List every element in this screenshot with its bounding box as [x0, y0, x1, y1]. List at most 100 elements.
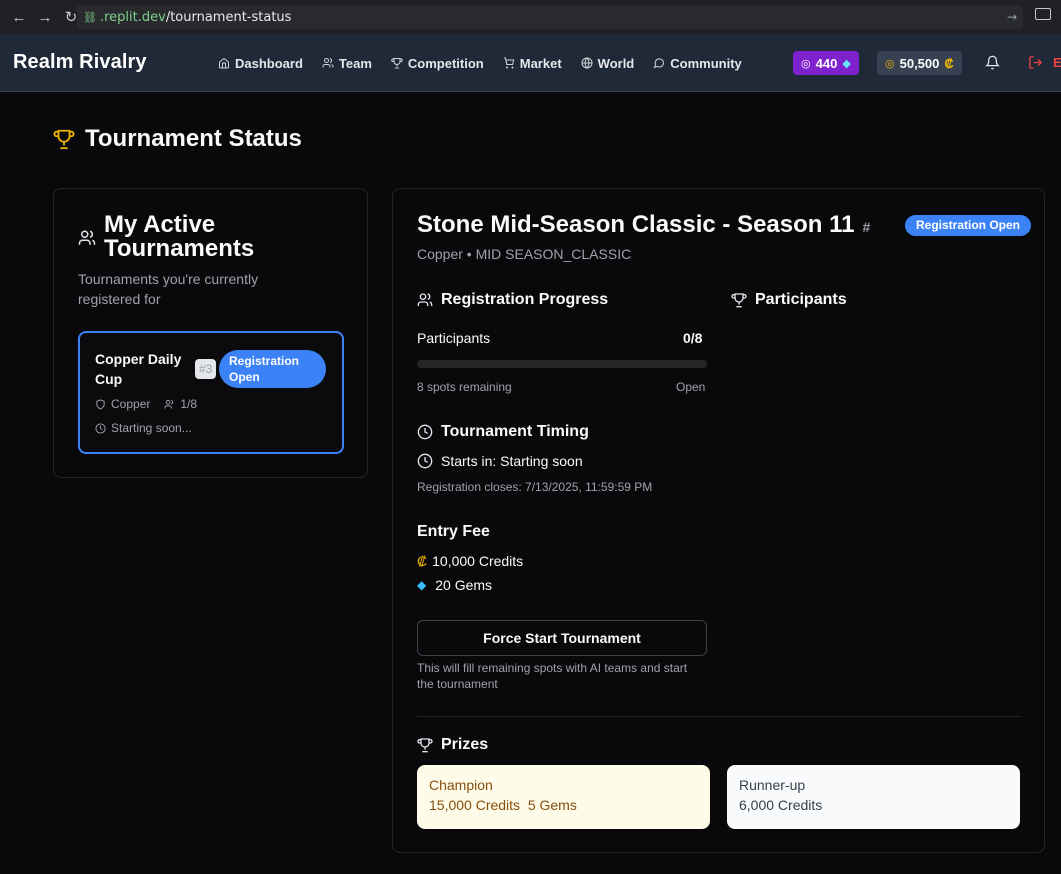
- division-info: Copper: [95, 397, 150, 411]
- nav-label: Community: [670, 55, 742, 71]
- credits-icon: ₡: [944, 55, 954, 71]
- detail-title: Stone Mid-Season Classic - Season 11 #: [417, 211, 870, 239]
- divider: [417, 716, 1021, 717]
- nav-competition[interactable]: Competition: [391, 56, 484, 71]
- prize-value: 6,000 Credits: [739, 797, 823, 813]
- credits-icon: ₡: [417, 553, 428, 569]
- page-title-text: Tournament Status: [85, 125, 302, 152]
- detail-title-text: Stone Mid-Season Classic - Season 11: [417, 211, 855, 238]
- entry-fee-heading: Entry Fee: [417, 523, 490, 541]
- participants-heading-text: Participants: [755, 291, 847, 308]
- address-bar[interactable]: ⛓ .replit.dev/tournament-status →: [77, 5, 1023, 29]
- clock-icon: [417, 453, 433, 469]
- nav-label: Team: [338, 55, 372, 71]
- active-title: My Active Tournaments: [104, 211, 255, 262]
- tournament-meta: Copper 1/8: [95, 397, 197, 411]
- status-badge: Registration Open: [219, 350, 326, 388]
- gem-icon: ◆: [417, 578, 427, 592]
- logout-button[interactable]: E: [1028, 55, 1061, 70]
- nav-world[interactable]: World: [581, 55, 635, 71]
- force-start-hint: This will fill remaining spots with AI t…: [417, 661, 688, 691]
- tournament-card[interactable]: Copper Daily Cup #3 Registration Open Co…: [78, 331, 344, 454]
- nav-team[interactable]: Team: [322, 56, 372, 71]
- nav-community[interactable]: Community: [653, 56, 742, 71]
- prize-champion: Champion 15,000 Credits 5 Gems: [417, 765, 710, 829]
- participants-heading: Participants: [731, 291, 847, 309]
- nav-market[interactable]: Market: [503, 56, 562, 71]
- browser-chrome: ← → ↻ ⛓ .replit.dev/tournament-status →: [0, 0, 1061, 34]
- nav-dashboard[interactable]: Dashboard: [218, 56, 303, 71]
- page-title: Tournament Status: [53, 125, 302, 153]
- home-icon: [219, 57, 229, 69]
- timing-heading: Tournament Timing: [417, 423, 589, 441]
- nav-label: Market: [519, 55, 562, 71]
- url-path: /tournament-status: [165, 9, 292, 25]
- fee-credits: ₡ 10,000 Credits: [417, 553, 523, 569]
- active-tournaments-card: My Active Tournaments Tournaments you're…: [53, 188, 368, 478]
- cart-icon: [503, 57, 515, 69]
- globe-icon: [581, 57, 593, 69]
- prize-place: Champion: [429, 777, 493, 793]
- nav-label: Competition: [407, 55, 484, 71]
- trophy-icon: [391, 58, 403, 69]
- url-host: .replit.dev: [99, 9, 166, 25]
- go-icon[interactable]: →: [1007, 10, 1017, 24]
- registration-progress-bar: [417, 360, 707, 368]
- prizes-heading-text: Prizes: [441, 736, 489, 753]
- entry-fee-heading-text: Entry Fee: [417, 523, 490, 540]
- trophy-icon: [731, 293, 747, 308]
- fee-gems-text: 20 Gems: [435, 577, 493, 593]
- participants-count: 1/8: [180, 397, 198, 411]
- back-icon[interactable]: ←: [6, 4, 32, 30]
- gems-balance[interactable]: ◎ 440 ◆: [793, 51, 859, 75]
- clock-icon: [95, 422, 106, 434]
- forward-icon[interactable]: →: [32, 4, 58, 30]
- prize-place: Runner-up: [739, 777, 806, 793]
- tournament-time: Starting soon...: [95, 421, 192, 435]
- users-icon: [164, 399, 174, 409]
- link-icon: ⛓: [83, 10, 97, 24]
- force-start-button[interactable]: Force Start Tournament: [417, 620, 707, 656]
- logout-icon: [1029, 56, 1043, 69]
- tournament-detail-card: Stone Mid-Season Classic - Season 11 # R…: [392, 188, 1045, 853]
- chat-icon: [653, 58, 665, 69]
- tournament-number: #3: [195, 359, 217, 379]
- prizes-heading: Prizes: [417, 736, 488, 754]
- gems-value: 440: [815, 55, 838, 71]
- coins-icon: ◎: [885, 57, 895, 70]
- credits-balance[interactable]: ◎ 50,500 ₡: [877, 51, 962, 75]
- logout-label: E: [1053, 55, 1061, 70]
- progress-heading: Registration Progress: [417, 291, 608, 309]
- participants-value: 0/8: [683, 330, 703, 346]
- coins-icon: ◎: [801, 57, 811, 70]
- progress-heading-text: Registration Progress: [441, 291, 609, 308]
- starts-in: Starts in: Starting soon: [417, 453, 583, 469]
- starts-in-text: Starts in: Starting soon: [441, 453, 583, 469]
- fee-gems: ◆ 20 Gems: [417, 577, 492, 593]
- shield-icon: [96, 398, 105, 410]
- active-header: My Active Tournaments: [78, 213, 274, 261]
- tournament-name: Copper Daily Cup: [95, 351, 182, 387]
- open-label: Open: [676, 380, 706, 394]
- fee-credits-text: 10,000 Credits: [432, 553, 524, 569]
- credits-value: 50,500: [899, 55, 940, 71]
- time-label: Starting soon...: [111, 421, 192, 435]
- trophy-icon: [53, 129, 75, 150]
- registration-closes: Registration closes: 7/13/2025, 11:59:59…: [417, 480, 653, 494]
- detail-subtitle: Copper • MID SEASON_CLASSIC: [417, 246, 632, 262]
- detail-hash: #: [862, 219, 871, 235]
- active-subtitle: Tournaments you're currently registered …: [78, 271, 259, 307]
- participants-info: 1/8: [164, 397, 197, 411]
- spots-remaining: 8 spots remaining: [417, 380, 512, 394]
- division-label: Copper: [111, 397, 151, 411]
- prize-runner-up: Runner-up 6,000 Credits: [727, 765, 1020, 829]
- status-badge: Registration Open: [905, 215, 1032, 236]
- clock-icon: [417, 424, 433, 440]
- screen-icon[interactable]: [1035, 8, 1051, 20]
- users-icon: [78, 230, 96, 245]
- brand-logo[interactable]: Realm Rivalry: [13, 51, 147, 74]
- nav-label: World: [597, 55, 635, 71]
- app-header: Realm Rivalry Dashboard Team Competition…: [0, 34, 1061, 92]
- bell-icon[interactable]: [984, 55, 1001, 75]
- gem-icon: ◆: [842, 57, 851, 70]
